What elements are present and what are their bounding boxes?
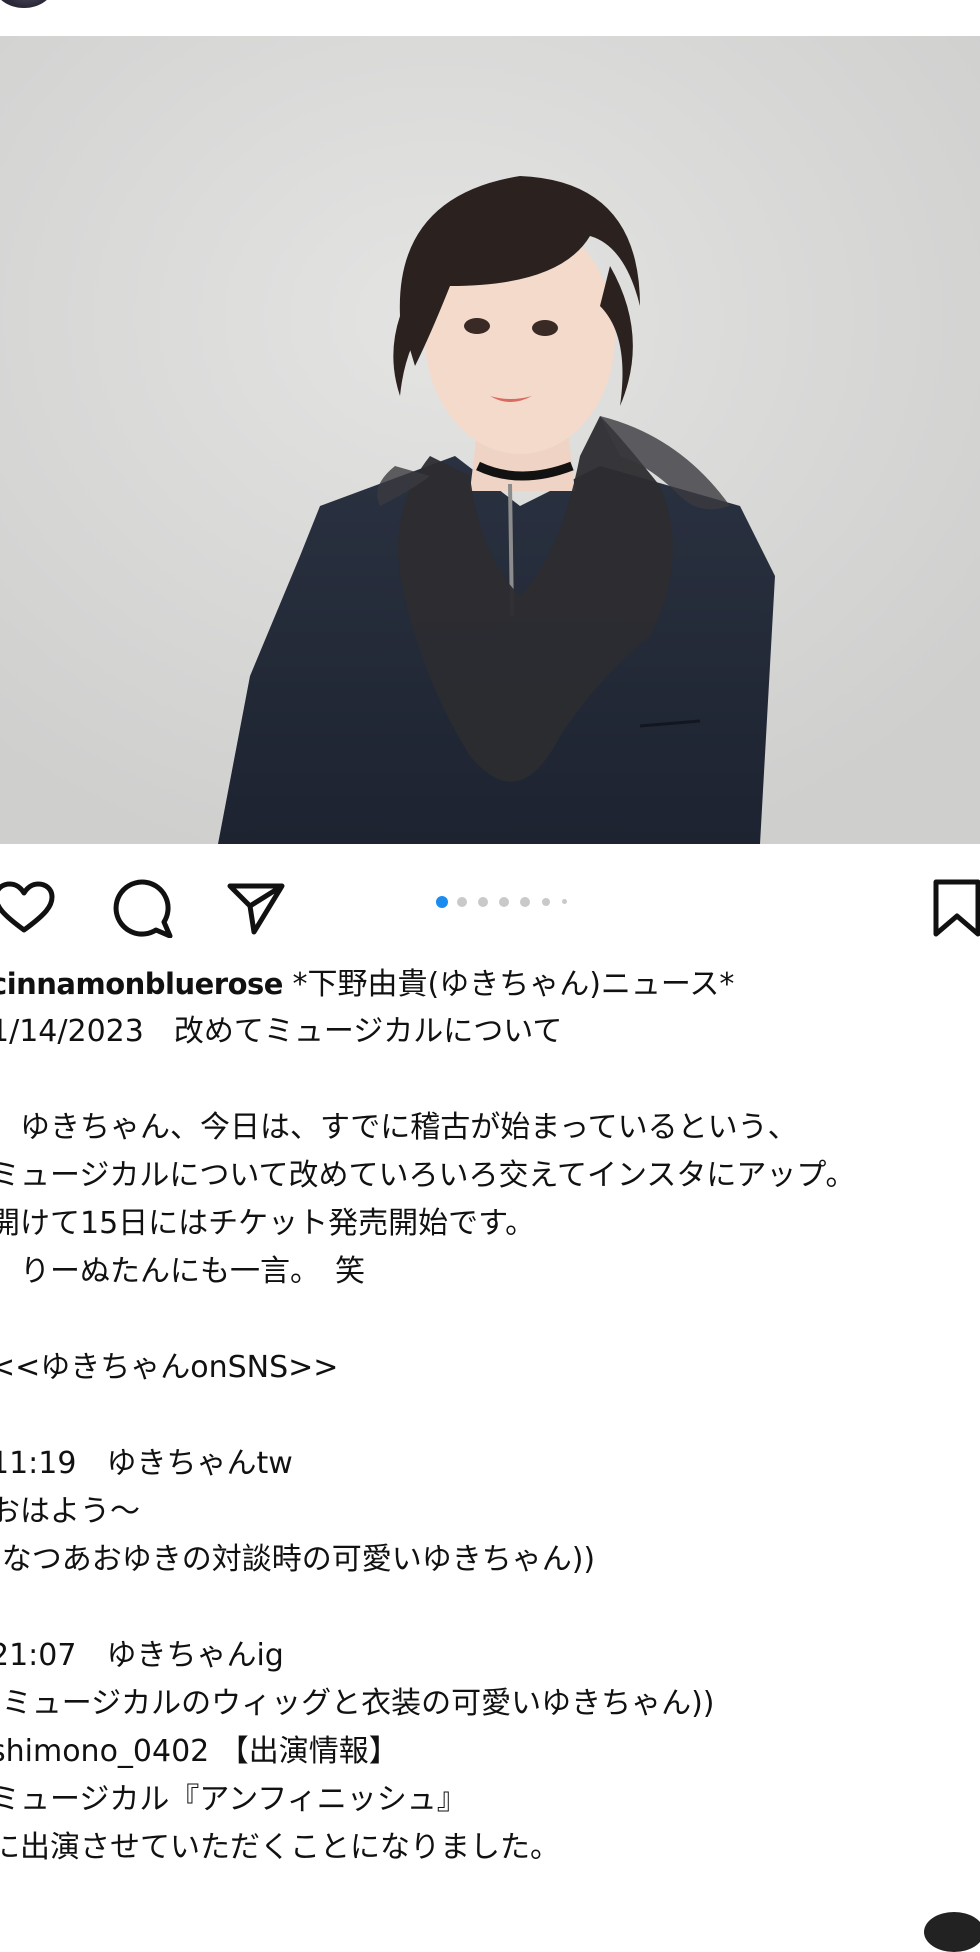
caption-line: 1/14/2023 改めてミュージカルについて [0, 1014, 563, 1049]
caption-line: ミュージカル『アンフィニッシュ』 [0, 1782, 467, 1817]
author-avatar[interactable] [0, 0, 54, 8]
post-action-bar [0, 872, 980, 938]
caption-line: (なつあおゆきの対談時の可愛いゆきちゃん)) [0, 1542, 596, 1577]
post-username[interactable]: cinnamonbluerose [0, 967, 283, 1001]
bookmark-icon[interactable] [932, 878, 980, 938]
comment-icon[interactable] [110, 878, 174, 938]
caption-line: おはよう〜 [0, 1494, 140, 1529]
caption-line: 21:07 ゆきちゃんig [0, 1638, 284, 1673]
carousel-dot [520, 897, 530, 907]
caption-text: *下野由貴(ゆきちゃん)ニュース* [282, 967, 735, 1002]
caption-line: 11:19 ゆきちゃんtw [0, 1446, 293, 1481]
send-icon[interactable] [226, 880, 286, 936]
carousel-dot [562, 899, 567, 904]
heart-icon[interactable] [0, 880, 56, 936]
caption-line: りーぬたんにも一言。 笑 [0, 1254, 365, 1289]
caption-line: ミュージカルについて改めていろいろ交えてインスタにアップ。 [0, 1158, 856, 1193]
carousel-dot [499, 897, 509, 907]
caption-line: cinnamonbluerose *下野由貴(ゆきちゃん)ニュース* [0, 960, 734, 1009]
post-caption: cinnamonbluerose *下野由貴(ゆきちゃん)ニュース* 1/14/… [0, 960, 980, 1920]
carousel-dot [436, 896, 448, 908]
carousel-dot [478, 897, 488, 907]
caption-line: に出演させていただくことになりました。 [0, 1830, 560, 1865]
caption-line: 開けて15日にはチケット発売開始です。 [0, 1206, 536, 1241]
caption-line: ゆきちゃん、今日は、すでに稽古が始まっているという、 [0, 1110, 798, 1145]
caption-line: <<ゆきちゃんonSNS>> [0, 1350, 339, 1385]
carousel-dot [457, 897, 467, 907]
carousel-dot [542, 898, 550, 906]
caption-line: shimono_0402 【出演情報】 [0, 1734, 399, 1769]
next-post-avatar[interactable] [924, 1912, 980, 1952]
post-photo-illustration [0, 36, 980, 844]
caption-line: (ミュージカルのウィッグと衣装の可愛いゆきちゃん)) [0, 1686, 715, 1721]
post-photo[interactable] [0, 36, 980, 844]
